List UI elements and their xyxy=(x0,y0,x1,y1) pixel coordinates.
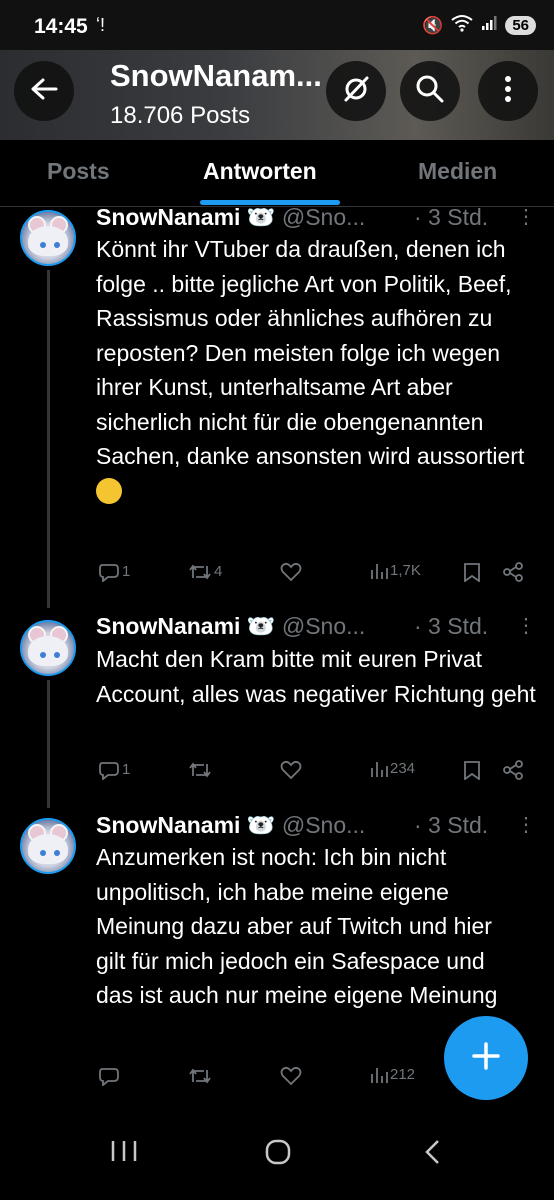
search-icon xyxy=(415,74,445,109)
tweet-text: Könnt ihr VTuber da draußen, denen ich f… xyxy=(96,232,536,508)
compose-button[interactable] xyxy=(444,1016,528,1100)
tweet-more-icon[interactable]: ⋮ xyxy=(516,812,536,837)
saluting-face-icon xyxy=(96,477,122,504)
tweet-time: · 3 Std. xyxy=(414,812,489,838)
repost-icon xyxy=(189,1068,211,1084)
reply-icon xyxy=(99,564,119,583)
reply-count: 1 xyxy=(122,760,131,778)
author-handle[interactable]: @Sno... xyxy=(282,613,365,639)
battery-indicator: 56 xyxy=(505,16,536,35)
grok-button[interactable] xyxy=(326,61,386,121)
tweet-header: SnowNanami 🐻‍❄️ @Sno... xyxy=(96,812,365,839)
bookmark-icon xyxy=(464,761,480,781)
profile-name: SnowNanam... xyxy=(110,58,322,93)
plus-icon xyxy=(471,1041,501,1076)
views-button[interactable]: 234 xyxy=(370,760,416,778)
thread-line xyxy=(47,270,50,608)
tweet-time: · 3 Std. xyxy=(414,613,489,639)
status-time: 14:45 xyxy=(34,15,88,38)
views-icon xyxy=(371,564,388,580)
author-name[interactable]: SnowNanami xyxy=(96,204,240,230)
grok-icon xyxy=(340,73,372,110)
polar-bear-icon: 🐻‍❄️ xyxy=(240,204,282,230)
back-button[interactable] xyxy=(14,61,74,121)
share-icon xyxy=(503,562,523,582)
signal-icon xyxy=(481,15,497,36)
recent-apps-icon xyxy=(111,1141,137,1161)
author-handle[interactable]: @Sno... xyxy=(282,204,365,230)
tab-replies[interactable]: Antworten xyxy=(203,158,317,185)
more-options-button[interactable] xyxy=(478,61,538,121)
status-bar: 14:45 ʻ! 🔇 56 xyxy=(0,0,554,50)
notification-icon: ʻ! xyxy=(96,15,105,35)
post-count: 18.706 Posts xyxy=(110,102,251,129)
tweet-text-content: Könnt ihr VTuber da draußen, denen ich f… xyxy=(96,236,525,469)
share-button[interactable] xyxy=(502,760,524,784)
back-nav-button[interactable] xyxy=(422,1138,442,1171)
heart-icon xyxy=(280,562,302,582)
tweet-header: SnowNanami 🐻‍❄️ @Sno... xyxy=(96,204,365,231)
bookmark-icon xyxy=(464,563,480,583)
reply-button[interactable] xyxy=(98,1066,120,1090)
heart-icon xyxy=(280,760,302,780)
status-icons: 🔇 56 xyxy=(422,14,536,37)
profile-tabs: Posts Antworten Medien xyxy=(0,140,554,207)
tweet-text: Macht den Kram bitte mit euren Privat Ac… xyxy=(96,646,536,707)
views-button[interactable]: 1,7K xyxy=(370,562,421,580)
avatar[interactable] xyxy=(20,210,76,266)
like-button[interactable] xyxy=(280,760,302,784)
polar-bear-icon: 🐻‍❄️ xyxy=(240,613,282,639)
views-icon xyxy=(371,1068,388,1084)
wifi-icon xyxy=(451,14,473,37)
vertical-dots-icon xyxy=(504,75,512,108)
reply-count: 1 xyxy=(122,562,131,580)
mute-icon: 🔇 xyxy=(422,15,444,35)
reply-button[interactable]: 1 xyxy=(98,760,131,781)
bookmark-button[interactable] xyxy=(463,562,481,586)
view-count: 1,7K xyxy=(390,562,421,579)
avatar[interactable] xyxy=(20,620,76,676)
like-button[interactable] xyxy=(280,562,302,586)
avatar[interactable] xyxy=(20,818,76,874)
views-icon xyxy=(371,762,388,778)
repost-icon xyxy=(189,564,211,580)
search-button[interactable] xyxy=(400,61,460,121)
polar-bear-icon: 🐻‍❄️ xyxy=(240,812,282,838)
repost-button[interactable] xyxy=(188,1066,212,1090)
repost-icon xyxy=(189,762,211,778)
repost-button[interactable]: 4 xyxy=(188,562,223,582)
recent-apps-button[interactable] xyxy=(110,1138,138,1169)
reply-button[interactable]: 1 xyxy=(98,562,131,583)
reply-icon xyxy=(99,762,119,781)
home-button[interactable] xyxy=(264,1138,292,1171)
tab-media[interactable]: Medien xyxy=(418,158,497,185)
back-chevron-icon xyxy=(425,1140,439,1164)
author-name[interactable]: SnowNanami xyxy=(96,613,240,639)
thread-line xyxy=(47,680,50,808)
repost-count: 4 xyxy=(214,562,223,580)
tweet-text: Anzumerken ist noch: Ich bin nicht unpol… xyxy=(96,844,498,1008)
share-button[interactable] xyxy=(502,562,524,586)
share-icon xyxy=(503,760,523,780)
repost-button[interactable] xyxy=(188,760,212,784)
view-count: 234 xyxy=(390,760,416,777)
tweet-time: · 3 Std. xyxy=(414,204,489,230)
home-icon xyxy=(265,1139,291,1165)
views-button[interactable]: 212 xyxy=(370,1066,416,1084)
heart-icon xyxy=(280,1066,302,1086)
tweet-more-icon[interactable]: ⋮ xyxy=(516,613,536,638)
bookmark-button[interactable] xyxy=(463,760,481,784)
tweet-header: SnowNanami 🐻‍❄️ @Sno... xyxy=(96,613,365,640)
author-name[interactable]: SnowNanami xyxy=(96,812,240,838)
back-arrow-icon xyxy=(30,77,58,106)
tweet-more-icon[interactable]: ⋮ xyxy=(516,204,536,229)
like-button[interactable] xyxy=(280,1066,302,1090)
tab-posts[interactable]: Posts xyxy=(47,158,110,185)
reply-icon xyxy=(99,1068,119,1087)
author-handle[interactable]: @Sno... xyxy=(282,812,365,838)
system-nav-bar xyxy=(0,1108,554,1200)
view-count: 212 xyxy=(390,1066,416,1083)
